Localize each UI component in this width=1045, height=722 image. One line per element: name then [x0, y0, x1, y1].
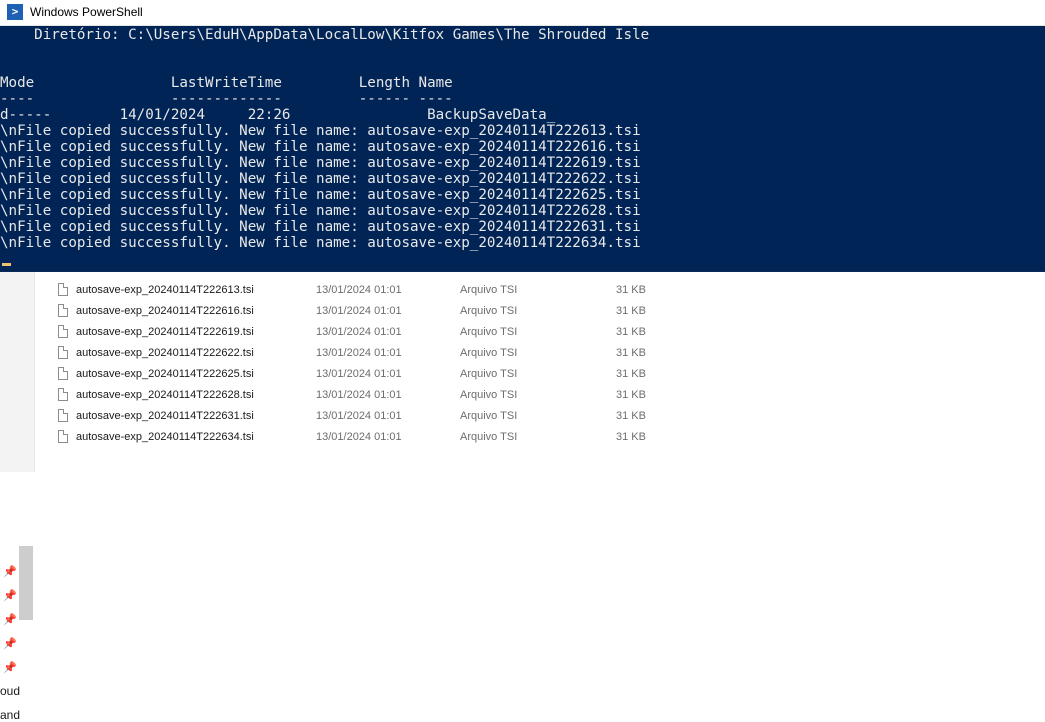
file-type: Arquivo TSI — [460, 368, 518, 380]
nav-item-label[interactable]: oud — [0, 684, 20, 698]
file-icon — [58, 430, 68, 443]
file-date: 13/01/2024 01:01 — [316, 431, 402, 443]
file-type: Arquivo TSI — [460, 410, 518, 422]
file-list: autosave-exp_20240114T222613.tsi 13/01/2… — [40, 280, 1040, 448]
pin-icon[interactable]: 📌 — [3, 590, 17, 602]
nav-item-label[interactable]: and — [0, 708, 20, 722]
pin-icon[interactable]: 📌 — [3, 614, 17, 626]
file-name: autosave-exp_20240114T222613.tsi — [76, 284, 254, 296]
file-date: 13/01/2024 01:01 — [316, 284, 402, 296]
file-name: autosave-exp_20240114T222634.tsi — [76, 431, 254, 443]
file-date: 13/01/2024 01:01 — [316, 305, 402, 317]
window-title: Windows PowerShell — [30, 5, 143, 19]
file-size: 31 KB — [616, 284, 646, 296]
file-name: autosave-exp_20240114T222616.tsi — [76, 305, 254, 317]
powershell-window[interactable]: > Windows PowerShell Diretório: C:\Users… — [0, 0, 1045, 272]
file-icon — [58, 283, 68, 296]
file-name: autosave-exp_20240114T222631.tsi — [76, 410, 254, 422]
file-date: 13/01/2024 01:01 — [316, 326, 402, 338]
powershell-icon: > — [7, 4, 23, 20]
copy-output-line: \nFile copied successfully. New file nam… — [0, 139, 641, 155]
file-row[interactable]: autosave-exp_20240114T222622.tsi 13/01/2… — [40, 343, 1040, 364]
text-cursor — [2, 263, 11, 266]
file-date: 13/01/2024 01:01 — [316, 410, 402, 422]
file-row[interactable]: autosave-exp_20240114T222628.tsi 13/01/2… — [40, 385, 1040, 406]
file-size: 31 KB — [616, 389, 646, 401]
file-icon — [58, 325, 68, 338]
file-name: autosave-exp_20240114T222622.tsi — [76, 347, 254, 359]
file-type: Arquivo TSI — [460, 389, 518, 401]
file-icon — [58, 388, 68, 401]
copy-output-line: \nFile copied successfully. New file nam… — [0, 123, 641, 139]
navigation-pane[interactable]: 📌 📌 📌 📌 📌 oud and — [0, 270, 35, 722]
file-row[interactable]: autosave-exp_20240114T222625.tsi 13/01/2… — [40, 364, 1040, 385]
file-type: Arquivo TSI — [460, 305, 518, 317]
file-icon — [58, 367, 68, 380]
file-row[interactable]: autosave-exp_20240114T222616.tsi 13/01/2… — [40, 301, 1040, 322]
file-row[interactable]: autosave-exp_20240114T222631.tsi 13/01/2… — [40, 406, 1040, 427]
file-type: Arquivo TSI — [460, 431, 518, 443]
file-size: 31 KB — [616, 431, 646, 443]
file-name: autosave-exp_20240114T222628.tsi — [76, 389, 254, 401]
file-size: 31 KB — [616, 347, 646, 359]
pin-icon[interactable]: 📌 — [3, 662, 17, 674]
file-icon — [58, 409, 68, 422]
copy-output-line: \nFile copied successfully. New file nam… — [0, 203, 641, 219]
directory-line: Diretório: C:\Users\EduH\AppData\LocalLo… — [0, 27, 650, 43]
file-size: 31 KB — [616, 410, 646, 422]
file-type: Arquivo TSI — [460, 347, 518, 359]
file-icon — [58, 304, 68, 317]
file-name: autosave-exp_20240114T222625.tsi — [76, 368, 254, 380]
file-type: Arquivo TSI — [460, 284, 518, 296]
pin-icon[interactable]: 📌 — [3, 638, 17, 650]
copy-output-line: \nFile copied successfully. New file nam… — [0, 171, 641, 187]
column-underline-line: ---- ------------- ------ ---- — [0, 91, 453, 107]
title-bar[interactable]: > Windows PowerShell — [0, 0, 1045, 26]
file-row[interactable]: autosave-exp_20240114T222613.tsi 13/01/2… — [40, 280, 1040, 301]
file-type: Arquivo TSI — [460, 326, 518, 338]
file-date: 13/01/2024 01:01 — [316, 368, 402, 380]
file-date: 13/01/2024 01:01 — [316, 389, 402, 401]
column-header-line: Mode LastWriteTime Length Name — [0, 75, 453, 91]
copy-output-line: \nFile copied successfully. New file nam… — [0, 155, 641, 171]
file-name: autosave-exp_20240114T222619.tsi — [76, 326, 254, 338]
copy-output-line: \nFile copied successfully. New file nam… — [0, 219, 641, 235]
file-size: 31 KB — [616, 368, 646, 380]
copy-output-line: \nFile copied successfully. New file nam… — [0, 235, 641, 251]
file-size: 31 KB — [616, 326, 646, 338]
file-date: 13/01/2024 01:01 — [316, 347, 402, 359]
pin-icon[interactable]: 📌 — [3, 566, 17, 578]
file-size: 31 KB — [616, 305, 646, 317]
nav-scrollbar[interactable] — [19, 546, 33, 620]
file-row[interactable]: autosave-exp_20240114T222634.tsi 13/01/2… — [40, 427, 1040, 448]
file-icon — [58, 346, 68, 359]
copy-output-line: \nFile copied successfully. New file nam… — [0, 187, 641, 203]
directory-entry-line: d----- 14/01/2024 22:26 BackupSaveData_ — [0, 107, 556, 123]
file-row[interactable]: autosave-exp_20240114T222619.tsi 13/01/2… — [40, 322, 1040, 343]
console-output[interactable]: Diretório: C:\Users\EduH\AppData\LocalLo… — [0, 26, 1045, 271]
